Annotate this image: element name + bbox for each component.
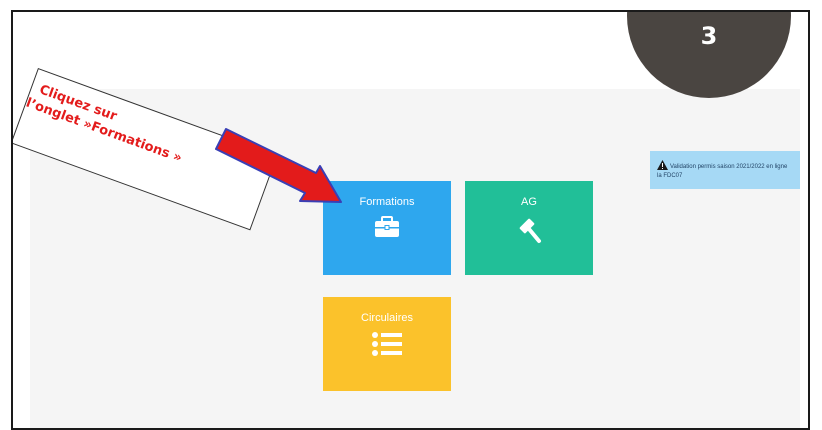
step-number: 3 [700, 22, 718, 50]
briefcase-icon [374, 216, 400, 243]
tile-circulaires-label: Circulaires [361, 312, 413, 324]
tile-ag[interactable]: AG [465, 181, 593, 275]
tile-formations-label: Formations [359, 196, 415, 208]
pointer-arrow [215, 128, 342, 203]
list-icon [372, 332, 402, 361]
notice-text: Validation permis saison 2021/2022 en li… [670, 164, 788, 171]
tile-circulaires[interactable]: Circulaires [323, 297, 451, 391]
slide-frame: Formations AG Circulaires Validation per… [11, 10, 810, 430]
tile-ag-label: AG [521, 196, 537, 208]
notice-banner[interactable]: Validation permis saison 2021/2022 en li… [650, 151, 800, 189]
notice-text-line2: la FDC07 [657, 173, 683, 179]
gavel-icon [516, 216, 542, 249]
warning-icon [657, 160, 668, 173]
